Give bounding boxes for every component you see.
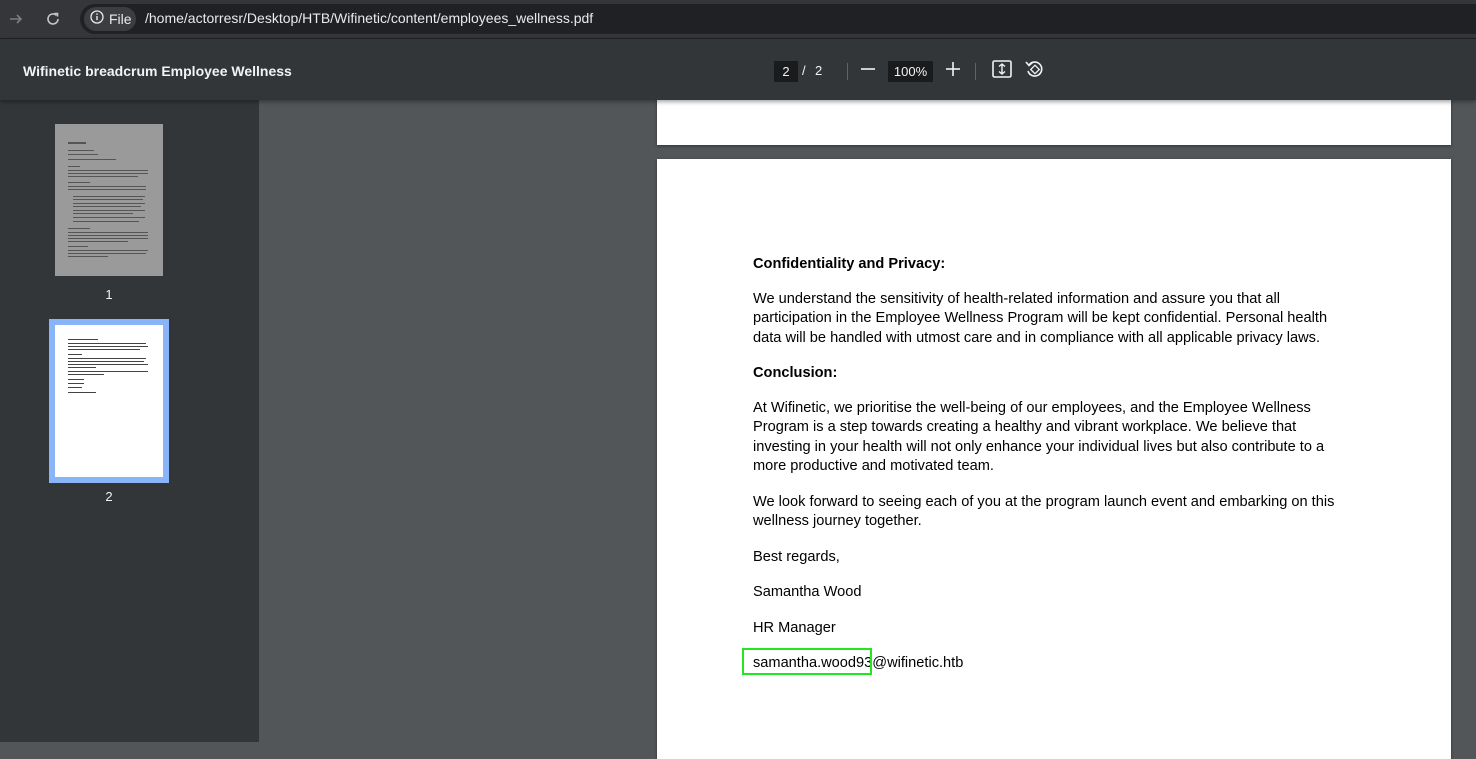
page-thumbnail-2[interactable]	[55, 325, 163, 477]
thumb-text-line	[68, 367, 96, 368]
url-text[interactable]: /home/actorresr/Desktop/HTB/Wifinetic/co…	[145, 10, 593, 26]
thumb-text-line	[68, 361, 144, 362]
thumb-text-line	[68, 364, 148, 365]
page-thumbnail-1[interactable]	[55, 124, 163, 276]
thumb-text-line	[68, 354, 82, 355]
thumb-text-line	[73, 217, 145, 218]
signature-email: samantha.wood93 @wifinetic.htb	[742, 648, 1353, 675]
closing-regards: Best regards,	[753, 548, 840, 565]
paragraph-privacy: We understand the sensitivity of health-…	[753, 290, 1328, 346]
signature-name: Samantha Wood	[753, 584, 862, 600]
plus-icon	[946, 61, 960, 81]
info-icon	[90, 9, 104, 29]
pdf-toolbar: Wifinetic breadcrum Employee Wellness 2 …	[0, 39, 1476, 100]
thumb-text-line	[68, 349, 140, 350]
thumb-text-line	[68, 159, 116, 160]
heading-privacy: Confidentiality and Privacy:	[753, 256, 946, 272]
signature-role: HR Manager	[753, 619, 836, 636]
thumb-text-line	[68, 379, 84, 380]
thumb-text-line	[68, 166, 80, 167]
thumb-text-line	[73, 221, 139, 222]
thumb-text-line	[68, 176, 138, 177]
thumb-text-line	[68, 339, 98, 340]
zoom-in-button[interactable]	[941, 59, 965, 83]
toolbar-divider	[847, 63, 848, 80]
thumb-text-line	[68, 142, 86, 144]
forward-arrow-icon[interactable]	[6, 9, 26, 29]
document-title: Wifinetic breadcrum Employee Wellness	[23, 63, 292, 79]
thumb-text-line	[68, 346, 148, 347]
thumb-text-line	[68, 253, 146, 254]
paragraph-conclusion: At Wifinetic, we prioritise the well-bei…	[753, 399, 1325, 475]
thumb-text-line	[68, 241, 128, 242]
page-separator: /	[802, 63, 806, 78]
paragraph-forward: We look forward to seeing each of you at…	[753, 493, 1335, 530]
minus-icon	[861, 62, 875, 81]
thumb-text-line	[73, 196, 145, 197]
zoom-level-input[interactable]: 100%	[888, 61, 933, 82]
toolbar-divider	[975, 63, 976, 80]
thumb-text-line	[68, 343, 146, 344]
thumb-text-line	[68, 232, 148, 233]
thumbnail-label-1: 1	[105, 287, 113, 302]
thumb-text-line	[73, 199, 143, 200]
site-info-label: File	[109, 11, 132, 27]
highlight-box	[742, 648, 872, 675]
thumb-text-line	[68, 383, 84, 384]
heading-conclusion: Conclusion:	[753, 365, 838, 381]
thumb-text-line	[68, 173, 148, 174]
thumb-text-line	[68, 238, 148, 239]
rotate-icon	[1024, 59, 1044, 84]
page-thumbnail-2-selected[interactable]	[49, 319, 169, 483]
page-number-input[interactable]: 2	[774, 61, 798, 82]
pdf-page-1	[657, 100, 1451, 145]
thumb-text-line	[68, 186, 146, 187]
thumb-text-line	[68, 250, 148, 251]
thumb-text-line	[68, 358, 146, 359]
thumb-text-line	[68, 150, 94, 151]
thumb-text-line	[68, 256, 108, 257]
omnibox[interactable]: File /home/actorresr/Desktop/HTB/Wifinet…	[80, 4, 1476, 34]
fit-to-page-button[interactable]	[990, 59, 1014, 83]
email-user-highlighted: samantha.wood93	[742, 648, 872, 675]
zoom-out-button[interactable]	[856, 59, 880, 83]
thumb-text-line	[68, 170, 148, 171]
thumb-text-line	[73, 213, 133, 214]
thumb-text-line	[68, 246, 88, 247]
pdf-page-2: Confidentiality and Privacy: We understa…	[657, 159, 1451, 759]
thumb-text-line	[73, 206, 141, 207]
thumb-text-line	[68, 154, 98, 155]
total-pages: 2	[815, 63, 823, 78]
page-content: Confidentiality and Privacy: We understa…	[742, 255, 1353, 690]
browser-address-bar: File /home/actorresr/Desktop/HTB/Wifinet…	[0, 0, 1476, 39]
thumbnail-sidebar: 1 2	[0, 100, 259, 742]
thumb-text-line	[68, 374, 104, 375]
thumb-text-line	[68, 235, 148, 236]
thumb-text-line	[73, 203, 145, 204]
fit-page-icon	[992, 59, 1012, 83]
thumbnail-label-2: 2	[105, 489, 113, 504]
email-domain: @wifinetic.htb	[872, 655, 964, 671]
rotate-button[interactable]	[1022, 59, 1046, 83]
thumb-text-line	[68, 392, 96, 393]
thumb-text-line	[73, 210, 145, 211]
thumb-text-line	[68, 189, 146, 190]
thumb-text-line	[68, 228, 90, 229]
thumb-text-line	[68, 387, 82, 388]
thumb-text-line	[68, 182, 90, 183]
site-info-chip[interactable]: File	[84, 7, 136, 31]
thumb-text-line	[68, 371, 148, 372]
reload-icon[interactable]	[43, 9, 63, 29]
